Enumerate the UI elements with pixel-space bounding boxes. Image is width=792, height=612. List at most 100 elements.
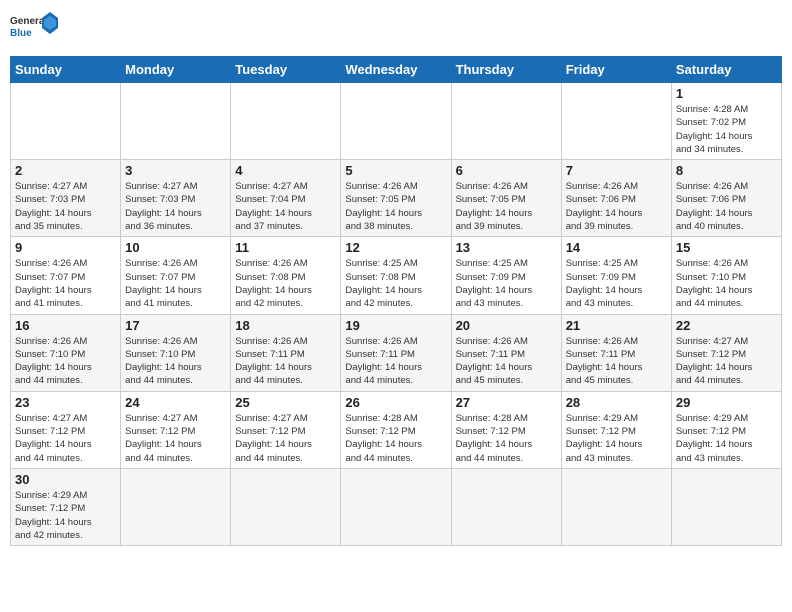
calendar-cell: 21Sunrise: 4:26 AM Sunset: 7:11 PM Dayli… bbox=[561, 314, 671, 391]
day-info: Sunrise: 4:26 AM Sunset: 7:11 PM Dayligh… bbox=[456, 335, 557, 388]
calendar-cell: 27Sunrise: 4:28 AM Sunset: 7:12 PM Dayli… bbox=[451, 391, 561, 468]
day-number: 1 bbox=[676, 86, 777, 101]
calendar-cell: 8Sunrise: 4:26 AM Sunset: 7:06 PM Daylig… bbox=[671, 160, 781, 237]
svg-text:General: General bbox=[10, 16, 47, 27]
calendar-cell: 12 Sunrise: 4:25 AM Sunset: 7:08 PM Dayli… bbox=[341, 237, 451, 314]
day-number: 17 bbox=[125, 318, 226, 333]
calendar-cell bbox=[341, 468, 451, 545]
calendar-cell: 4Sunrise: 4:27 AM Sunset: 7:04 PM Daylig… bbox=[231, 160, 341, 237]
day-number: 18 bbox=[235, 318, 336, 333]
header-friday: Friday bbox=[561, 57, 671, 83]
calendar-cell: 13 Sunrise: 4:25 AM Sunset: 7:09 PM Dayli… bbox=[451, 237, 561, 314]
calendar-cell: 28Sunrise: 4:29 AM Sunset: 7:12 PM Dayli… bbox=[561, 391, 671, 468]
page-header: General Blue bbox=[10, 10, 782, 50]
calendar-cell: 25 Sunrise: 4:27 AM Sunset: 7:12 PM Dayli… bbox=[231, 391, 341, 468]
day-number: 12 bbox=[345, 240, 446, 255]
day-number: 21 bbox=[566, 318, 667, 333]
day-number: 5 bbox=[345, 163, 446, 178]
day-number: 22 bbox=[676, 318, 777, 333]
day-info: Sunrise: 4:27 AM Sunset: 7:12 PM Dayligh… bbox=[235, 412, 336, 465]
day-number: 4 bbox=[235, 163, 336, 178]
day-info: Sunrise: 4:26 AM Sunset: 7:10 PM Dayligh… bbox=[676, 257, 777, 310]
day-number: 13 bbox=[456, 240, 557, 255]
header-saturday: Saturday bbox=[671, 57, 781, 83]
day-number: 29 bbox=[676, 395, 777, 410]
calendar-cell bbox=[561, 83, 671, 160]
day-number: 30 bbox=[15, 472, 116, 487]
calendar-cell bbox=[11, 83, 121, 160]
calendar-cell: 18Sunrise: 4:26 AM Sunset: 7:11 PM Dayli… bbox=[231, 314, 341, 391]
header-thursday: Thursday bbox=[451, 57, 561, 83]
calendar-cell: 26Sunrise: 4:28 AM Sunset: 7:12 PM Dayli… bbox=[341, 391, 451, 468]
calendar-cell: 9Sunrise: 4:26 AM Sunset: 7:07 PM Daylig… bbox=[11, 237, 121, 314]
calendar-cell bbox=[451, 83, 561, 160]
day-number: 7 bbox=[566, 163, 667, 178]
day-info: Sunrise: 4:26 AM Sunset: 7:07 PM Dayligh… bbox=[125, 257, 226, 310]
day-info: Sunrise: 4:26 AM Sunset: 7:11 PM Dayligh… bbox=[345, 335, 446, 388]
day-info: Sunrise: 4:26 AM Sunset: 7:08 PM Dayligh… bbox=[235, 257, 336, 310]
day-info: Sunrise: 4:26 AM Sunset: 7:05 PM Dayligh… bbox=[345, 180, 446, 233]
day-info: Sunrise: 4:29 AM Sunset: 7:12 PM Dayligh… bbox=[676, 412, 777, 465]
calendar-cell: 7Sunrise: 4:26 AM Sunset: 7:06 PM Daylig… bbox=[561, 160, 671, 237]
day-info: Sunrise: 4:25 AM Sunset: 7:08 PM Dayligh… bbox=[345, 257, 446, 310]
calendar-cell: 20 Sunrise: 4:26 AM Sunset: 7:11 PM Dayli… bbox=[451, 314, 561, 391]
day-info: Sunrise: 4:27 AM Sunset: 7:03 PM Dayligh… bbox=[15, 180, 116, 233]
calendar-cell bbox=[121, 468, 231, 545]
calendar-cell: 3Sunrise: 4:27 AM Sunset: 7:03 PM Daylig… bbox=[121, 160, 231, 237]
day-number: 24 bbox=[125, 395, 226, 410]
calendar-cell bbox=[341, 83, 451, 160]
logo: General Blue bbox=[10, 10, 60, 50]
day-info: Sunrise: 4:27 AM Sunset: 7:12 PM Dayligh… bbox=[125, 412, 226, 465]
day-number: 20 bbox=[456, 318, 557, 333]
header-sunday: Sunday bbox=[11, 57, 121, 83]
calendar-cell: 11Sunrise: 4:26 AM Sunset: 7:08 PM Dayli… bbox=[231, 237, 341, 314]
day-info: Sunrise: 4:29 AM Sunset: 7:12 PM Dayligh… bbox=[566, 412, 667, 465]
day-info: Sunrise: 4:26 AM Sunset: 7:07 PM Dayligh… bbox=[15, 257, 116, 310]
day-info: Sunrise: 4:28 AM Sunset: 7:02 PM Dayligh… bbox=[676, 103, 777, 156]
calendar-week-row: 30Sunrise: 4:29 AM Sunset: 7:12 PM Dayli… bbox=[11, 468, 782, 545]
day-info: Sunrise: 4:25 AM Sunset: 7:09 PM Dayligh… bbox=[566, 257, 667, 310]
calendar-cell bbox=[561, 468, 671, 545]
day-info: Sunrise: 4:25 AM Sunset: 7:09 PM Dayligh… bbox=[456, 257, 557, 310]
calendar-cell: 23Sunrise: 4:27 AM Sunset: 7:12 PM Dayli… bbox=[11, 391, 121, 468]
header-wednesday: Wednesday bbox=[341, 57, 451, 83]
day-number: 23 bbox=[15, 395, 116, 410]
day-number: 2 bbox=[15, 163, 116, 178]
calendar-cell: 15Sunrise: 4:26 AM Sunset: 7:10 PM Dayli… bbox=[671, 237, 781, 314]
calendar-cell: 14Sunrise: 4:25 AM Sunset: 7:09 PM Dayli… bbox=[561, 237, 671, 314]
calendar-cell bbox=[451, 468, 561, 545]
day-number: 8 bbox=[676, 163, 777, 178]
calendar-week-row: 16 Sunrise: 4:26 AM Sunset: 7:10 PM Dayli… bbox=[11, 314, 782, 391]
calendar-cell: 16 Sunrise: 4:26 AM Sunset: 7:10 PM Dayli… bbox=[11, 314, 121, 391]
calendar-cell: 24 Sunrise: 4:27 AM Sunset: 7:12 PM Dayli… bbox=[121, 391, 231, 468]
calendar-cell: 29 Sunrise: 4:29 AM Sunset: 7:12 PM Dayli… bbox=[671, 391, 781, 468]
day-number: 27 bbox=[456, 395, 557, 410]
calendar-cell: 17 Sunrise: 4:26 AM Sunset: 7:10 PM Dayli… bbox=[121, 314, 231, 391]
calendar-cell bbox=[121, 83, 231, 160]
day-number: 3 bbox=[125, 163, 226, 178]
day-number: 19 bbox=[345, 318, 446, 333]
day-info: Sunrise: 4:26 AM Sunset: 7:10 PM Dayligh… bbox=[125, 335, 226, 388]
calendar-week-row: 9Sunrise: 4:26 AM Sunset: 7:07 PM Daylig… bbox=[11, 237, 782, 314]
day-number: 10 bbox=[125, 240, 226, 255]
weekday-header-row: Sunday Monday Tuesday Wednesday Thursday… bbox=[11, 57, 782, 83]
calendar-cell: 2 Sunrise: 4:27 AM Sunset: 7:03 PM Daylig… bbox=[11, 160, 121, 237]
day-info: Sunrise: 4:27 AM Sunset: 7:12 PM Dayligh… bbox=[676, 335, 777, 388]
calendar-table: Sunday Monday Tuesday Wednesday Thursday… bbox=[10, 56, 782, 546]
day-info: Sunrise: 4:26 AM Sunset: 7:10 PM Dayligh… bbox=[15, 335, 116, 388]
header-monday: Monday bbox=[121, 57, 231, 83]
calendar-cell: 1 Sunrise: 4:28 AM Sunset: 7:02 PM Daylig… bbox=[671, 83, 781, 160]
calendar-cell: 30Sunrise: 4:29 AM Sunset: 7:12 PM Dayli… bbox=[11, 468, 121, 545]
calendar-cell bbox=[231, 83, 341, 160]
header-tuesday: Tuesday bbox=[231, 57, 341, 83]
calendar-week-row: 2 Sunrise: 4:27 AM Sunset: 7:03 PM Daylig… bbox=[11, 160, 782, 237]
day-info: Sunrise: 4:28 AM Sunset: 7:12 PM Dayligh… bbox=[345, 412, 446, 465]
day-number: 25 bbox=[235, 395, 336, 410]
calendar-cell bbox=[231, 468, 341, 545]
day-number: 16 bbox=[15, 318, 116, 333]
calendar-week-row: 23 Sunrise: 4:27 AM Sunset: 7:12 PM Dayli… bbox=[11, 391, 782, 468]
logo-svg: General Blue bbox=[10, 10, 60, 50]
calendar-cell: 10 Sunrise: 4:26 AM Sunset: 7:07 PM Dayli… bbox=[121, 237, 231, 314]
calendar-cell: 5 Sunrise: 4:26 AM Sunset: 7:05 PM Daylig… bbox=[341, 160, 451, 237]
day-info: Sunrise: 4:26 AM Sunset: 7:05 PM Dayligh… bbox=[456, 180, 557, 233]
